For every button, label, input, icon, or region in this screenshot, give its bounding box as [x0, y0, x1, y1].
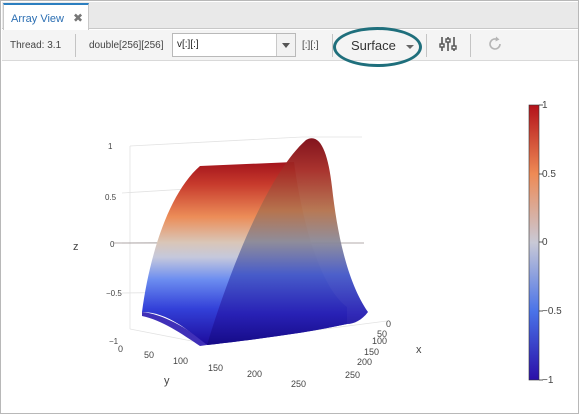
colorbar-label: −0.5 — [542, 306, 562, 317]
close-icon[interactable]: ✖ — [73, 11, 83, 25]
z-axis-label: z — [73, 241, 79, 253]
colorbar-labels: 1 0.5 0 −0.5 −1 — [542, 100, 562, 386]
x-tick: 250 — [345, 370, 360, 380]
y-tick: 250 — [291, 379, 306, 389]
x-tick: 100 — [372, 336, 387, 346]
thread-label: Thread: 3.1 — [10, 40, 62, 51]
refresh-icon[interactable] — [485, 34, 505, 54]
y-tick: 200 — [247, 369, 262, 379]
sliders-icon[interactable] — [438, 34, 458, 54]
x-tick: 0 — [386, 319, 391, 329]
y-axis-ticks: 0 50 100 150 200 250 — [118, 344, 306, 389]
highlight-ring — [333, 27, 422, 67]
x-tick: 150 — [364, 347, 379, 357]
surface-plot[interactable]: 1 0.5 0 −0.5 −1 z 0 50 100 150 200 250 y… — [2, 62, 578, 414]
colorbar-label: 1 — [542, 100, 548, 111]
toolbar-separator — [426, 34, 427, 57]
type-label: double[256][256] — [89, 40, 164, 51]
y-tick: 0 — [118, 344, 123, 354]
z-tick: 1 — [108, 142, 113, 151]
y-tick: 100 — [173, 356, 188, 366]
colorbar — [528, 104, 540, 381]
slice-label: [:][:] — [302, 40, 319, 51]
x-axis-label: x — [416, 344, 422, 356]
tab-array-view[interactable]: Array View ✖ — [3, 3, 89, 30]
toolbar-separator — [75, 34, 76, 57]
expression-input[interactable]: v[:][:] — [177, 39, 199, 50]
y-axis-label: y — [164, 375, 170, 387]
tab-label: Array View — [11, 13, 64, 25]
z-axis-ticks: 1 0.5 0 −0.5 −1 — [105, 142, 122, 346]
colorbar-label: −1 — [542, 375, 554, 386]
x-tick: 200 — [357, 357, 372, 367]
y-tick: 150 — [208, 363, 223, 373]
chevron-down-icon[interactable] — [276, 34, 295, 56]
z-tick: 0 — [110, 240, 115, 249]
y-tick: 50 — [144, 350, 154, 360]
array-view-window: Array View ✖ Thread: 3.1 double[256][256… — [0, 0, 579, 414]
z-tick: 0.5 — [105, 193, 117, 202]
tab-strip: Array View ✖ — [2, 2, 578, 30]
x-axis-ticks: 0 50 100 150 200 250 — [345, 319, 391, 380]
z-tick: −0.5 — [106, 289, 122, 298]
toolbar-separator — [470, 34, 471, 57]
expression-combobox[interactable]: v[:][:] — [172, 33, 296, 57]
colorbar-label: 0 — [542, 237, 548, 248]
colorbar-label: 0.5 — [542, 169, 556, 180]
